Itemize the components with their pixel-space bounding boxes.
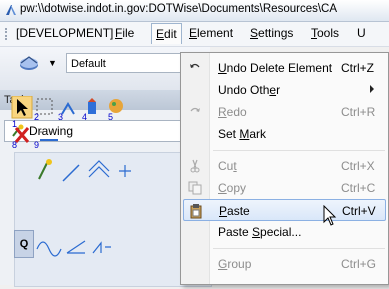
place-curve-icon[interactable] xyxy=(66,240,86,254)
menu-u[interactable]: U xyxy=(357,26,366,40)
menu-item-set-mark[interactable]: Set Mark xyxy=(181,123,388,145)
menu-item-redo[interactable]: Redo Ctrl+R xyxy=(181,101,388,123)
undo-icon xyxy=(190,63,200,68)
menu-settings[interactable]: Settings xyxy=(250,26,293,40)
menu-separator xyxy=(213,150,385,151)
mouse-cursor-icon xyxy=(323,205,337,226)
menu-item-shortcut: Ctrl+R xyxy=(341,105,376,119)
badge-5: 5 xyxy=(108,112,113,122)
place-line-icon[interactable] xyxy=(62,164,80,182)
menu-item-label: Group xyxy=(218,257,252,271)
menu-item-paste[interactable]: Paste Ctrl+V xyxy=(183,199,386,221)
menu-item-shortcut: Ctrl+C xyxy=(341,181,376,195)
menu-item-label: Paste xyxy=(219,204,250,218)
manipulate-tool[interactable] xyxy=(61,102,75,115)
app-icon xyxy=(6,5,16,15)
menu-item-group[interactable]: Group Ctrl+G xyxy=(181,253,388,275)
place-dimension-icon[interactable] xyxy=(92,241,111,254)
menu-tools[interactable]: Tools xyxy=(311,26,339,40)
level-display-icon[interactable] xyxy=(18,53,40,75)
menu-item-undo[interactable]: Undo Delete Element Ctrl+Z xyxy=(181,57,388,79)
menu-item-shortcut: Ctrl+Z xyxy=(341,61,374,75)
menu-item-shortcut: Ctrl+G xyxy=(341,257,377,271)
attributes-tool[interactable] xyxy=(109,99,123,113)
delete-tool[interactable] xyxy=(14,127,30,143)
menu-item-label: Redo xyxy=(218,105,247,119)
measure-tool[interactable] xyxy=(40,131,58,141)
menu-bar: [DEVELOPMENT] File Edit Element Settings… xyxy=(0,22,389,47)
menu-item-label: Cut xyxy=(218,159,237,173)
redo-icon xyxy=(190,107,200,112)
menu-item-copy[interactable]: Copy Ctrl+C xyxy=(181,177,388,199)
scissors-icon xyxy=(190,159,200,173)
attributes-toolbar: ▼ Default xyxy=(0,47,216,90)
fence-tool[interactable] xyxy=(36,98,53,115)
copy-icon xyxy=(188,181,202,195)
badge-9: 9 xyxy=(34,140,39,150)
menu-element[interactable]: Element xyxy=(189,26,233,40)
badge-8: 8 xyxy=(12,140,17,150)
place-polyline-icon[interactable] xyxy=(88,160,110,178)
modify-tool[interactable] xyxy=(88,98,96,114)
element-selection-tool[interactable] xyxy=(11,96,33,119)
menu-item-label: Copy xyxy=(218,181,247,195)
submenu-arrow-icon xyxy=(370,85,374,93)
menu-item-undo-other[interactable]: Undo Other xyxy=(181,79,388,101)
menu-item-label: Undo Delete Element xyxy=(218,61,333,75)
menu-item-paste-special[interactable]: Paste Special... xyxy=(181,221,388,243)
quick-toolbox-button[interactable]: Q xyxy=(14,230,34,258)
menu-edit[interactable]: Edit xyxy=(151,23,182,44)
menu-item-shortcut: Ctrl+X xyxy=(341,159,375,173)
menu-item-label: Undo Other xyxy=(218,83,281,97)
chevron-down-icon[interactable]: ▼ xyxy=(48,58,57,68)
menubar-grip[interactable] xyxy=(5,28,9,40)
menu-item-cut[interactable]: Cut Ctrl+X xyxy=(181,155,388,177)
menu-item-shortcut: Ctrl+V xyxy=(342,204,376,218)
paste-icon xyxy=(190,204,202,219)
edit-menu: Undo Delete Element Ctrl+Z Undo Other Re… xyxy=(180,52,389,285)
menu-development[interactable]: [DEVELOPMENT] xyxy=(16,26,113,40)
place-point-icon[interactable] xyxy=(119,165,131,177)
menu-item-label: Paste Special... xyxy=(218,225,302,239)
badge-2: 2 xyxy=(34,112,39,122)
badge-4: 4 xyxy=(82,112,87,122)
menu-item-label: Set Mark xyxy=(218,127,267,141)
window-title: pw:\\dotwise.indot.in.gov:DOTWise\Docume… xyxy=(20,3,338,15)
badge-3: 3 xyxy=(58,112,63,122)
place-arc-icon[interactable] xyxy=(36,241,62,257)
menu-separator xyxy=(213,248,385,249)
place-smartline-icon[interactable] xyxy=(38,159,52,180)
title-bar: pw:\\dotwise.indot.in.gov:DOTWise\Docume… xyxy=(0,0,389,22)
badge-1: 1 xyxy=(12,119,17,129)
menu-file[interactable]: File xyxy=(115,26,134,40)
